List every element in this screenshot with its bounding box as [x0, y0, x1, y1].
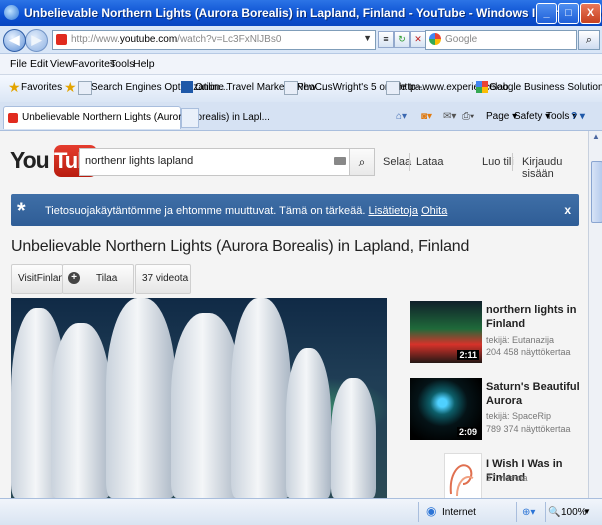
vertical-scrollbar[interactable]: ▲	[588, 131, 602, 498]
forward-button[interactable]: ▶	[25, 29, 48, 52]
related-views: 204 458 näyttökertaa	[486, 347, 571, 357]
forward-arrow-icon: ▶	[31, 32, 42, 47]
page-icon	[386, 81, 400, 95]
youtube-favicon-icon	[56, 34, 67, 45]
refresh-icon[interactable]: ↻	[394, 31, 410, 48]
globe-icon: ◉	[426, 504, 437, 518]
search-placeholder: Google	[445, 34, 478, 45]
menu-help[interactable]: Help	[133, 58, 155, 70]
browse-link[interactable]: Selaa	[383, 156, 411, 168]
search-icon: ⌕	[585, 34, 593, 46]
related-author: tekijä: Eutanazija	[486, 335, 555, 345]
zoom-icon: 🔍	[548, 507, 561, 518]
divider	[409, 153, 410, 171]
menu-file[interactable]: File	[10, 58, 27, 70]
address-input[interactable]: http://www.youtube.com/watch?v=Lc3FxNlJB…	[52, 30, 376, 50]
google-icon	[429, 33, 441, 45]
asterisk-icon: *	[17, 198, 26, 223]
tab-title: Unbelievable Northern Lights (Aurora Bor…	[22, 112, 270, 123]
minimize-button[interactable]: _	[536, 3, 557, 24]
favorites-button[interactable]: Favorites	[21, 82, 62, 93]
scrollbar-thumb[interactable]	[591, 161, 602, 223]
related-views: 789 374 näyttökertaa	[486, 424, 571, 434]
safety-menu[interactable]: Safety ▾	[514, 111, 550, 122]
search-icon: ⌕	[358, 155, 366, 169]
chevron-down-icon[interactable]: ▼	[583, 507, 591, 516]
google-icon	[476, 81, 488, 93]
feeds-icon[interactable]: ◙▾	[421, 111, 432, 122]
dismiss-link[interactable]: Ohita	[421, 205, 447, 217]
notice-text: Tietosuojakäytäntömme ja ehtomme muuttuv…	[45, 205, 448, 217]
chevron-down-icon[interactable]: ▼	[363, 33, 372, 43]
tab-row: Unbelievable Northern Lights (Aurora Bor…	[0, 102, 602, 131]
mail-icon[interactable]: ✉▾	[443, 111, 456, 122]
menu-view[interactable]: View	[50, 58, 73, 70]
upload-link[interactable]: Lataa	[416, 156, 444, 168]
search-query: northenr lights lapland	[85, 155, 194, 167]
menu-edit[interactable]: Edit	[30, 58, 48, 70]
back-arrow-icon: ◀	[9, 32, 20, 47]
channel-button[interactable]: VisitFinland	[11, 264, 70, 294]
back-button[interactable]: ◀	[3, 29, 26, 52]
status-bar: ◉ Internet ⊕▾ 🔍 100% ▼	[0, 498, 602, 525]
close-window-button[interactable]: X	[580, 3, 601, 24]
help-menu[interactable]: ? ▾	[571, 111, 585, 122]
related-title[interactable]: northern lights in Finland	[486, 303, 581, 331]
youtube-page: You Tube northenr lights lapland ⌕ Selaa…	[0, 131, 588, 498]
playlist-icon	[449, 464, 474, 497]
related-thumbnail[interactable]: 2:09	[410, 378, 482, 440]
protected-mode-icon[interactable]: ⊕▾	[522, 507, 535, 518]
window-title: Unbelievable Northern Lights (Aurora Bor…	[24, 6, 602, 20]
plus-icon: +	[68, 272, 80, 284]
playlist-thumbnail[interactable]	[444, 453, 482, 498]
menu-tools[interactable]: Tools	[110, 58, 135, 70]
compatibility-view-icon[interactable]: ≡	[378, 31, 394, 48]
favorite-link[interactable]: Google Business Solutions	[489, 82, 602, 93]
video-title: Unbelievable Northern Lights (Aurora Bor…	[11, 238, 470, 255]
address-row: ◀ ▶ http://www.youtube.com/watch?v=Lc3Fx…	[0, 26, 602, 54]
print-icon[interactable]: ⎙▾	[462, 111, 474, 122]
maximize-button[interactable]: □	[558, 3, 579, 24]
close-notice-button[interactable]: x	[564, 203, 571, 217]
address-url: http://www.youtube.com/watch?v=Lc3FxNlJB…	[71, 34, 282, 45]
keyboard-icon[interactable]	[334, 157, 346, 165]
security-zone: Internet	[442, 507, 476, 518]
page-icon	[78, 81, 92, 95]
home-icon[interactable]: ⌂▾	[396, 111, 407, 122]
favorites-star-icon: ★	[8, 79, 21, 95]
related-thumbnail[interactable]: 2:11	[410, 301, 482, 363]
page-menu[interactable]: Page ▾	[486, 111, 517, 122]
privacy-notice-banner: * Tietosuojakäytäntömme ja ehtomme muutt…	[11, 194, 579, 226]
scroll-up-icon[interactable]: ▲	[590, 132, 602, 144]
divider	[512, 153, 513, 171]
create-account-link[interactable]: Luo tili	[482, 156, 514, 168]
menu-favorites[interactable]: Favorites	[72, 58, 115, 70]
stop-icon[interactable]: ✕	[410, 31, 426, 48]
site-icon	[181, 81, 193, 93]
youtube-search-input[interactable]: northenr lights lapland	[79, 148, 351, 176]
ie-logo-icon	[4, 5, 19, 20]
youtube-search-button[interactable]: ⌕	[349, 148, 375, 176]
tab-youtube[interactable]: Unbelievable Northern Lights (Aurora Bor…	[3, 106, 270, 129]
related-videos-count: 37 videota	[486, 473, 528, 483]
youtube-favicon-icon	[8, 113, 18, 123]
search-button[interactable]: ⌕	[578, 30, 600, 50]
search-input[interactable]: Google	[425, 30, 577, 50]
menu-bar: File Edit View Favorites Tools Help	[0, 54, 602, 75]
window-title-bar[interactable]: Unbelievable Northern Lights (Aurora Bor…	[0, 0, 602, 26]
learn-more-link[interactable]: Lisätietoja	[368, 205, 418, 217]
related-title[interactable]: Saturn's Beautiful Aurora	[486, 380, 581, 408]
videos-dropdown[interactable]: 37 videota	[135, 264, 191, 294]
page-icon	[284, 81, 298, 95]
favorites-bar: ★ Favorites ★ Search Engines Optimizatio…	[0, 75, 602, 103]
subscribe-button[interactable]: + Tilaa	[62, 264, 134, 294]
new-tab-button[interactable]	[181, 108, 199, 128]
related-author: tekijä: SpaceRip	[486, 411, 552, 421]
add-favorite-icon[interactable]: ★	[64, 80, 77, 94]
video-player[interactable]	[11, 298, 387, 498]
sign-in-link[interactable]: Kirjaudu sisään	[522, 156, 588, 180]
